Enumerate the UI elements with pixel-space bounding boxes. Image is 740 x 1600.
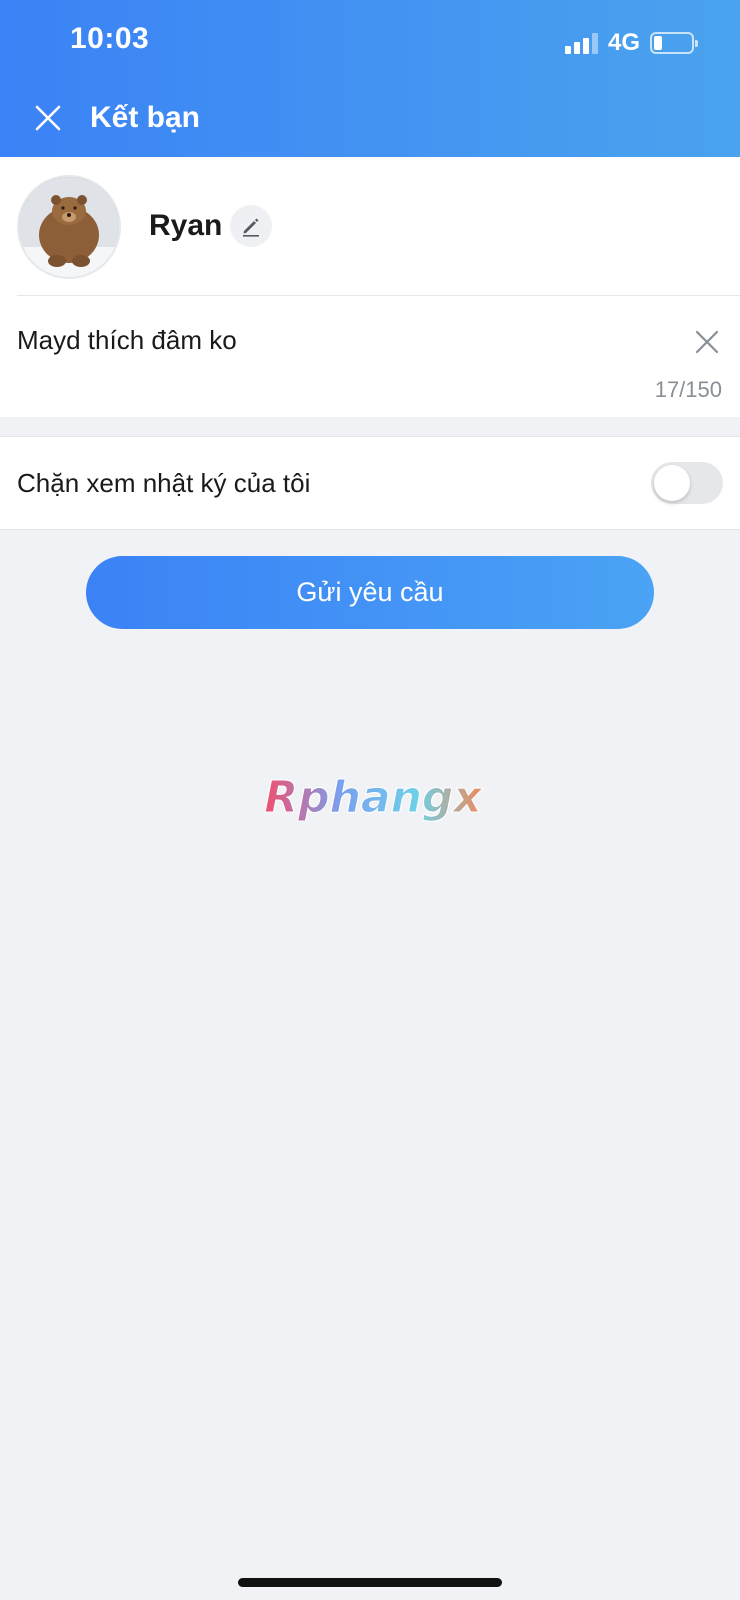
signal-icon — [564, 32, 598, 54]
block-diary-toggle[interactable] — [651, 462, 723, 504]
close-icon — [35, 105, 61, 131]
battery-icon — [650, 32, 698, 54]
bear-avatar-image — [19, 177, 119, 277]
watermark-logo: Rphangx — [264, 772, 484, 824]
status-indicators: 4G — [564, 28, 698, 58]
close-button[interactable] — [30, 100, 66, 136]
block-diary-label: Chặn xem nhật ký của tôi — [17, 468, 311, 498]
pencil-icon — [243, 218, 259, 237]
divider — [17, 295, 740, 296]
network-label: 4G — [607, 29, 640, 56]
svg-text:Rphangx: Rphangx — [264, 772, 483, 823]
avatar[interactable] — [17, 175, 121, 279]
header: 10:03 4G Kết bạn — [0, 0, 740, 157]
add-friend-screen: 10:03 4G Kết bạn Ryan Mayd thích đâm ko … — [0, 0, 740, 1600]
status-time: 10:03 — [70, 22, 150, 55]
toggle-knob — [654, 465, 690, 501]
edit-name-button[interactable] — [230, 205, 272, 247]
send-request-button[interactable]: Gửi yêu cầu — [86, 556, 654, 629]
page-title: Kết bạn — [90, 101, 201, 134]
home-indicator — [238, 1578, 502, 1587]
message-input[interactable]: Mayd thích đâm ko — [17, 325, 237, 356]
profile-name: Ryan — [149, 209, 223, 242]
character-counter: 17/150 — [654, 377, 722, 402]
clear-icon — [695, 330, 719, 354]
clear-message-button[interactable] — [692, 327, 722, 357]
block-diary-row: Chặn xem nhật ký của tôi — [0, 436, 740, 530]
profile-card: Ryan Mayd thích đâm ko 17/150 — [0, 157, 740, 417]
